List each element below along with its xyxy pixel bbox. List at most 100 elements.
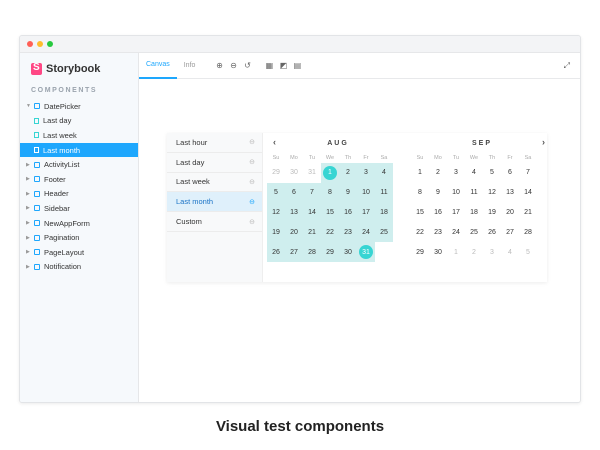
day-cell[interactable]: 31 (303, 163, 321, 183)
day-cell[interactable]: 15 (321, 202, 339, 223)
selected-day[interactable]: 1 (321, 163, 339, 183)
component-item[interactable]: ▶ Sidebar (20, 201, 138, 216)
day-cell[interactable]: 7 (303, 182, 321, 203)
range-option[interactable]: Last week ⊖ (167, 173, 262, 193)
day-cell[interactable]: 23 (429, 222, 447, 242)
story-item[interactable]: Last day (20, 114, 138, 129)
brand[interactable]: Storybook (31, 62, 100, 75)
day-cell[interactable]: 29 (267, 163, 285, 183)
day-cell[interactable]: 25 (375, 222, 393, 243)
day-cell[interactable]: 9 (339, 182, 357, 203)
next-month-icon[interactable]: › (542, 137, 547, 147)
day-cell[interactable]: 14 (303, 202, 321, 223)
day-cell[interactable]: 27 (501, 222, 519, 242)
maximize-window-dot[interactable] (47, 41, 53, 47)
day-cell[interactable]: 28 (519, 222, 537, 242)
day-cell[interactable]: 10 (357, 182, 375, 203)
day-cell[interactable]: 30 (285, 163, 303, 183)
background-icon[interactable]: ◩ (278, 61, 288, 71)
outline-icon[interactable]: ▤ (292, 61, 302, 71)
zoom-in-icon[interactable]: ⊕ (214, 61, 224, 71)
day-cell[interactable]: 22 (321, 222, 339, 243)
day-cell[interactable]: 1 (447, 242, 465, 262)
fullscreen-icon[interactable]: ⤢ (564, 61, 570, 71)
day-cell[interactable]: 30 (339, 242, 357, 262)
day-cell[interactable]: 5 (519, 242, 537, 262)
day-cell[interactable]: 17 (357, 202, 375, 223)
day-cell[interactable]: 3 (483, 242, 501, 262)
day-cell[interactable]: 29 (321, 242, 339, 262)
day-cell[interactable]: 1 (411, 163, 429, 183)
component-item[interactable]: ▶ ActivityList (20, 157, 138, 172)
day-cell[interactable]: 11 (465, 183, 483, 203)
zoom-reset-icon[interactable]: ↺ (242, 61, 252, 71)
day-cell[interactable]: 4 (375, 163, 393, 183)
selected-day[interactable]: 31 (357, 242, 375, 262)
day-cell[interactable]: 11 (375, 182, 393, 203)
day-cell[interactable]: 19 (483, 203, 501, 223)
day-cell[interactable]: 4 (501, 242, 519, 262)
day-cell[interactable]: 16 (339, 202, 357, 223)
day-cell[interactable]: 2 (465, 242, 483, 262)
zoom-out-icon[interactable]: ⊖ (228, 61, 238, 71)
prev-month-icon[interactable]: ‹ (273, 137, 278, 147)
day-cell[interactable]: 16 (429, 203, 447, 223)
day-cell[interactable]: 4 (465, 163, 483, 183)
day-cell[interactable]: 21 (303, 222, 321, 243)
close-window-dot[interactable] (27, 41, 33, 47)
tab-canvas[interactable]: Canvas (139, 53, 177, 79)
day-cell[interactable]: 14 (519, 183, 537, 203)
day-cell[interactable]: 5 (267, 182, 285, 203)
day-cell[interactable]: 24 (447, 222, 465, 242)
day-cell[interactable]: 7 (519, 163, 537, 183)
day-cell[interactable]: 26 (483, 222, 501, 242)
day-cell[interactable]: 30 (429, 242, 447, 262)
day-cell[interactable]: 18 (465, 203, 483, 223)
component-item[interactable]: ▼ DatePicker (20, 99, 138, 114)
day-cell[interactable]: 6 (501, 163, 519, 183)
day-cell[interactable]: 29 (411, 242, 429, 262)
day-cell[interactable]: 8 (321, 182, 339, 203)
day-cell[interactable]: 10 (447, 183, 465, 203)
range-option[interactable]: Last day ⊖ (167, 153, 262, 173)
day-cell[interactable]: 25 (465, 222, 483, 242)
day-cell[interactable]: 13 (285, 202, 303, 223)
day-cell[interactable]: 8 (411, 183, 429, 203)
day-cell[interactable]: 12 (267, 202, 285, 223)
day-cell[interactable]: 3 (357, 163, 375, 183)
day-cell[interactable]: 28 (303, 242, 321, 262)
component-item[interactable]: ▶ Notification (20, 260, 138, 275)
day-cell[interactable]: 15 (411, 203, 429, 223)
tab-info[interactable]: Info (177, 53, 203, 79)
day-cell[interactable]: 20 (285, 222, 303, 243)
day-cell[interactable]: 12 (483, 183, 501, 203)
day-cell[interactable]: 21 (519, 203, 537, 223)
component-item[interactable]: ▶ Footer (20, 172, 138, 187)
day-cell[interactable]: 26 (267, 242, 285, 262)
story-item[interactable]: Last month (20, 142, 138, 158)
day-cell[interactable]: 19 (267, 222, 285, 243)
day-cell[interactable]: 27 (285, 242, 303, 262)
day-cell[interactable]: 3 (447, 163, 465, 183)
component-item[interactable]: ▶ Pagination (20, 230, 138, 245)
range-option[interactable]: Last month ⊖ (167, 192, 262, 213)
story-item[interactable]: Last week (20, 128, 138, 143)
day-cell[interactable]: 18 (375, 202, 393, 223)
range-option[interactable]: Custom ⊖ (167, 212, 262, 232)
range-option[interactable]: Last hour ⊖ (167, 133, 262, 153)
day-cell[interactable]: 23 (339, 222, 357, 243)
day-cell[interactable]: 5 (483, 163, 501, 183)
day-cell[interactable]: 6 (285, 182, 303, 203)
day-cell[interactable]: 20 (501, 203, 519, 223)
day-cell[interactable]: 22 (411, 222, 429, 242)
day-cell[interactable]: 2 (429, 163, 447, 183)
day-cell[interactable]: 17 (447, 203, 465, 223)
day-cell[interactable]: 24 (357, 222, 375, 243)
day-cell[interactable]: 13 (501, 183, 519, 203)
component-item[interactable]: ▶ NewAppForm (20, 216, 138, 231)
day-cell[interactable]: 2 (339, 163, 357, 183)
day-cell[interactable]: 9 (429, 183, 447, 203)
minimize-window-dot[interactable] (37, 41, 43, 47)
component-item[interactable]: ▶ Header (20, 187, 138, 202)
grid-icon[interactable]: ▦ (264, 61, 274, 71)
